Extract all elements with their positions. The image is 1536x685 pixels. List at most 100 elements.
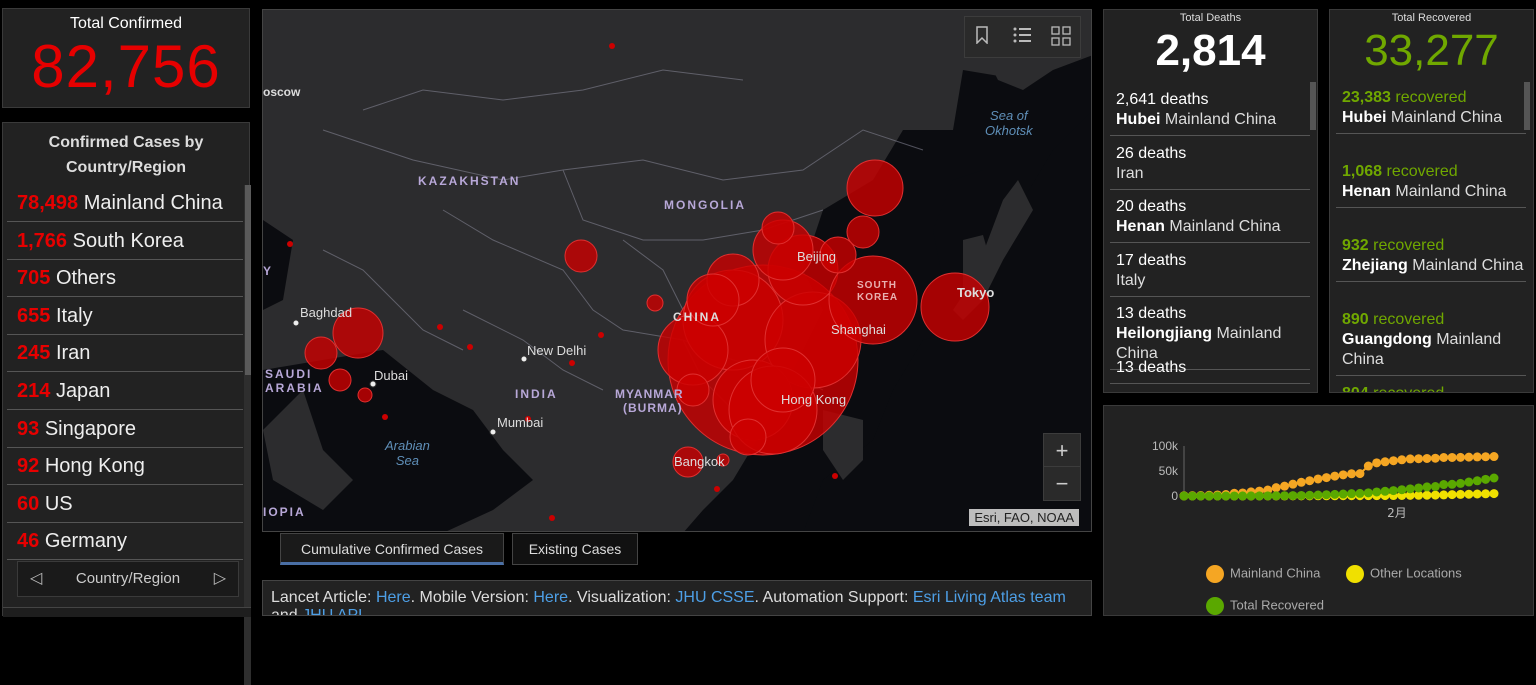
total-confirmed-panel: Total Confirmed 82,756 — [2, 8, 250, 108]
chart-y-tick-label: 100k — [1152, 439, 1179, 453]
recovered-row[interactable]: 890 recovered Guangdong Mainland China — [1336, 306, 1526, 376]
chart-point-series-2 — [1296, 490, 1306, 500]
footer-text-4: . Automation Support: — [754, 589, 913, 606]
prev-page-icon[interactable]: ◁ — [30, 562, 42, 596]
chart-point-series-2 — [1221, 491, 1231, 501]
chart-point-series-0 — [1414, 454, 1424, 464]
label-mongolia: MONGOLIA — [664, 198, 746, 212]
legend-mainland-china[interactable]: Mainland China — [1206, 565, 1320, 583]
mobile-link[interactable]: Here — [533, 589, 568, 606]
deaths-province: Hubei — [1116, 111, 1161, 128]
recovered-province: Henan — [1342, 183, 1391, 200]
recovered-province: Hubei — [1342, 109, 1387, 126]
region-list-scroll-thumb[interactable] — [245, 185, 251, 375]
region-row[interactable]: 78,498 Mainland China — [7, 185, 243, 222]
deaths-row[interactable]: 2,641 deaths Hubei Mainland China — [1110, 84, 1310, 136]
sea-okhotsk-line1: Sea of — [990, 108, 1028, 123]
region-row[interactable]: 60 US — [7, 486, 243, 523]
chart-point-series-2 — [1330, 489, 1340, 499]
region-row[interactable]: 655 Italy — [7, 298, 243, 335]
lancet-link[interactable]: Here — [376, 589, 411, 606]
total-confirmed-label: Total Confirmed — [69, 15, 183, 32]
deaths-row[interactable]: 13 deaths — [1110, 352, 1310, 384]
city-tokyo: Tokyo — [957, 285, 995, 300]
region-row[interactable]: 705 Others — [7, 260, 243, 298]
recovered-row[interactable]: 23,383 recovered Hubei Mainland China — [1336, 84, 1526, 134]
region-count: 245 — [17, 342, 51, 365]
sea-okhotsk-line2: Okhotsk — [985, 123, 1033, 138]
region-row[interactable]: 214 Japan — [7, 373, 243, 410]
deaths-count: 17 deaths — [1116, 252, 1187, 269]
deaths-row[interactable]: 20 deaths Henan Mainland China — [1110, 191, 1310, 243]
chart-point-series-1 — [1422, 490, 1432, 500]
basemap-gallery-icon[interactable] — [1051, 26, 1073, 48]
chart-point-series-0 — [1355, 469, 1365, 479]
map-toolbar — [964, 16, 1081, 58]
zoom-in-button[interactable]: + — [1044, 434, 1080, 467]
recovered-count: 804 — [1342, 385, 1369, 392]
map-view[interactable]: KAZAKHSTAN MONGOLIA CHINA INDIA MYANMAR … — [262, 9, 1092, 532]
recovered-province: Zhejiang — [1342, 257, 1408, 274]
chart-point-series-0 — [1305, 476, 1315, 486]
region-name: Others — [55, 267, 116, 290]
legend-mainland-china-label: Mainland China — [1230, 565, 1321, 581]
deaths-row[interactable]: 26 deaths Iran — [1110, 138, 1310, 190]
recovered-row[interactable]: 932 recovered Zhejiang Mainland China — [1336, 232, 1526, 282]
chart-point-series-1 — [1447, 490, 1457, 500]
deaths-province: Henan — [1116, 218, 1165, 235]
chart-point-series-2 — [1271, 491, 1281, 501]
recovered-scroll-thumb[interactable] — [1524, 82, 1530, 130]
chart-point-series-2 — [1481, 474, 1491, 484]
tab-cumulative-confirmed[interactable]: Cumulative Confirmed Cases — [280, 533, 504, 565]
chart-point-series-2 — [1372, 487, 1382, 497]
region-row[interactable]: 245 Iran — [7, 335, 243, 373]
deaths-scroll-thumb[interactable] — [1310, 82, 1316, 130]
deaths-row[interactable]: 17 deaths Italy — [1110, 245, 1310, 297]
chart-point-series-0 — [1439, 452, 1449, 462]
bookmark-icon[interactable] — [975, 26, 997, 48]
deaths-country: Mainland China — [1169, 218, 1281, 235]
region-name: Mainland China — [83, 192, 223, 214]
chart-point-series-0 — [1288, 479, 1298, 489]
legend-total-recovered[interactable]: Total Recovered — [1206, 597, 1324, 615]
city-hong-kong: Hong Kong — [781, 392, 847, 407]
chart-point-series-2 — [1338, 489, 1348, 499]
chart-point-series-0 — [1313, 474, 1323, 484]
recovered-row[interactable]: 804 recovered — [1336, 380, 1526, 392]
chart-point-series-2 — [1246, 491, 1256, 501]
next-page-icon[interactable]: ▷ — [214, 562, 226, 596]
city-bangkok: Bangkok — [674, 454, 725, 469]
chart-point-series-2 — [1187, 491, 1197, 501]
footer-text-3: . Visualization: — [568, 589, 676, 606]
chart-point-series-2 — [1263, 491, 1273, 501]
chart-point-series-2 — [1430, 482, 1440, 492]
recovered-row[interactable]: 1,068 recovered Henan Mainland China — [1336, 158, 1526, 208]
recovered-count: 890 — [1342, 311, 1369, 328]
tab-existing-cases[interactable]: Existing Cases — [512, 533, 638, 565]
region-row[interactable]: 46 Germany — [7, 523, 243, 561]
legend-list-icon[interactable] — [1012, 26, 1034, 48]
region-row[interactable]: 92 Hong Kong — [7, 448, 243, 486]
jhu-csse-link[interactable]: JHU CSSE — [675, 589, 754, 606]
esri-living-atlas-link[interactable]: Esri Living Atlas team — [913, 589, 1066, 606]
jhu-apl-link[interactable]: JHU APL — [302, 607, 367, 615]
chart-point-series-1 — [1481, 489, 1491, 499]
chart-point-series-0 — [1296, 477, 1306, 487]
label-burma: (BURMA) — [623, 401, 683, 415]
label-moscow: oscow — [263, 85, 301, 99]
total-recovered-panel: Total Recovered 33,277 23,383 recovered H… — [1329, 9, 1534, 393]
chart-point-series-0 — [1338, 470, 1348, 480]
trend-chart-panel: 100k 50k 0 2月 Mainland China Other Location… — [1103, 405, 1534, 616]
chart-point-series-2 — [1388, 486, 1398, 496]
zoom-out-button[interactable]: − — [1044, 467, 1080, 500]
region-name: Hong Kong — [44, 455, 145, 478]
footer-credits: Lancet Article: Here. Mobile Version: He… — [262, 580, 1092, 616]
region-name: Japan — [55, 380, 111, 402]
region-row[interactable]: 1,766 South Korea — [7, 223, 243, 260]
legend-other-locations[interactable]: Other Locations — [1346, 565, 1462, 583]
chart-point-series-2 — [1213, 491, 1223, 501]
chart-point-series-0 — [1363, 461, 1373, 471]
region-row[interactable]: 93 Singapore — [7, 411, 243, 448]
chart-point-series-2 — [1447, 479, 1457, 489]
confirmed-by-region-panel: Confirmed Cases by Country/Region 78,498… — [2, 122, 251, 685]
